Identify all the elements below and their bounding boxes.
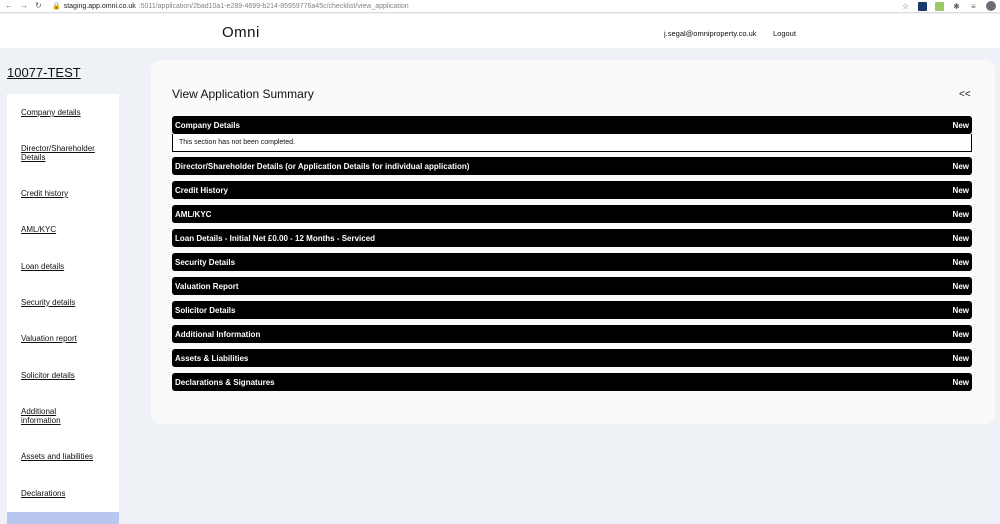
logout-link[interactable]: Logout: [773, 29, 796, 38]
application-id: 10077-TEST: [7, 65, 81, 80]
extension-icon[interactable]: [935, 1, 944, 11]
section-company-details-body: This section has not been completed.: [172, 134, 972, 152]
address-bar[interactable]: 🔒 staging.app.omni.co.uk:5011/applicatio…: [52, 2, 409, 11]
bookmark-star-icon[interactable]: ☆: [901, 2, 910, 11]
section-label: Company Details: [175, 121, 240, 130]
sidebar-active-highlight[interactable]: [7, 512, 119, 524]
sidebar-item-assets-and-liabilities[interactable]: Assets and liabilities: [21, 452, 113, 461]
section-label: Declarations & Signatures: [175, 378, 275, 387]
sidebar-item-company-details[interactable]: Company details: [21, 108, 113, 117]
browser-toolbar: ← → ↻ 🔒 staging.app.omni.co.uk:5011/appl…: [0, 0, 1000, 13]
application-summary-panel: View Application Summary << Company Deta…: [151, 60, 995, 424]
collapse-sidebar-button[interactable]: <<: [959, 89, 971, 100]
puzzle-icon[interactable]: ✱: [952, 2, 961, 11]
sidebar-item-credit-history[interactable]: Credit history: [21, 189, 113, 198]
section-declarations-signatures[interactable]: Declarations & Signatures New: [172, 373, 972, 391]
user-email: j.segal@omniproperty.co.uk: [664, 29, 757, 38]
section-label: Assets & Liabilities: [175, 354, 249, 363]
brand-logo[interactable]: Omni: [222, 24, 260, 41]
reload-icon[interactable]: ↻: [35, 2, 42, 10]
section-loan-details[interactable]: Loan Details - Initial Net £0.00 - 12 Mo…: [172, 229, 972, 247]
status-badge: New: [952, 234, 969, 243]
sidebar-item-loan-details[interactable]: Loan details: [21, 262, 113, 271]
section-valuation-report[interactable]: Valuation Report New: [172, 277, 972, 295]
sidebar-item-valuation-report[interactable]: Valuation report: [21, 334, 113, 343]
status-badge: New: [952, 330, 969, 339]
section-label: Director/Shareholder Details (or Applica…: [175, 162, 470, 171]
section-label: Valuation Report: [175, 282, 239, 291]
status-badge: New: [952, 282, 969, 291]
tab-search-icon[interactable]: ≡: [969, 2, 978, 11]
sidebar: Company details Director/Shareholder Det…: [7, 94, 119, 524]
section-solicitor-details[interactable]: Solicitor Details New: [172, 301, 972, 319]
status-badge: New: [952, 258, 969, 267]
forward-arrow-icon[interactable]: →: [20, 2, 28, 10]
section-label: Additional Information: [175, 330, 261, 339]
sidebar-item-solicitor-details[interactable]: Solicitor details: [21, 371, 113, 380]
status-badge: New: [952, 210, 969, 219]
status-badge: New: [952, 306, 969, 315]
status-badge: New: [952, 378, 969, 387]
section-label: Security Details: [175, 258, 236, 267]
status-badge: New: [952, 354, 969, 363]
section-assets-liabilities[interactable]: Assets & Liabilities New: [172, 349, 972, 367]
sidebar-item-director-shareholder-details[interactable]: Director/Shareholder Details: [21, 144, 113, 162]
sidebar-item-additional-information[interactable]: Additional information: [21, 407, 81, 425]
section-aml-kyc[interactable]: AML/KYC New: [172, 205, 972, 223]
browser-nav: ← → ↻: [0, 2, 52, 10]
section-credit-history[interactable]: Credit History New: [172, 181, 972, 199]
section-body-text: This section has not been completed.: [179, 139, 295, 146]
section-security-details[interactable]: Security Details New: [172, 253, 972, 271]
app-header: Omni j.segal@omniproperty.co.uk Logout: [0, 14, 1000, 48]
section-additional-information[interactable]: Additional Information New: [172, 325, 972, 343]
sidebar-item-declarations[interactable]: Declarations: [21, 489, 113, 498]
url-host: staging.app.omni.co.uk: [63, 2, 136, 10]
page-title: View Application Summary: [172, 87, 314, 101]
url-path: :5011/application/2bad10a1-e289-4699-b21…: [138, 2, 409, 10]
lock-icon: 🔒: [52, 3, 61, 10]
section-label: Loan Details - Initial Net £0.00 - 12 Mo…: [175, 234, 376, 243]
status-badge: New: [952, 186, 969, 195]
browser-extensions: ☆ ✱ ≡: [901, 1, 996, 11]
status-badge: New: [952, 162, 969, 171]
section-director-shareholder-details[interactable]: Director/Shareholder Details (or Applica…: [172, 157, 972, 175]
status-badge: New: [952, 121, 969, 130]
section-company-details[interactable]: Company Details New: [172, 116, 972, 134]
section-label: Credit History: [175, 186, 228, 195]
section-label: AML/KYC: [175, 210, 212, 219]
sidebar-item-security-details[interactable]: Security details: [21, 298, 113, 307]
extension-icon[interactable]: [918, 1, 927, 11]
back-arrow-icon[interactable]: ←: [5, 2, 13, 10]
sidebar-item-aml-kyc[interactable]: AML/KYC: [21, 225, 113, 234]
section-label: Solicitor Details: [175, 306, 236, 315]
profile-avatar-icon[interactable]: [986, 1, 996, 11]
